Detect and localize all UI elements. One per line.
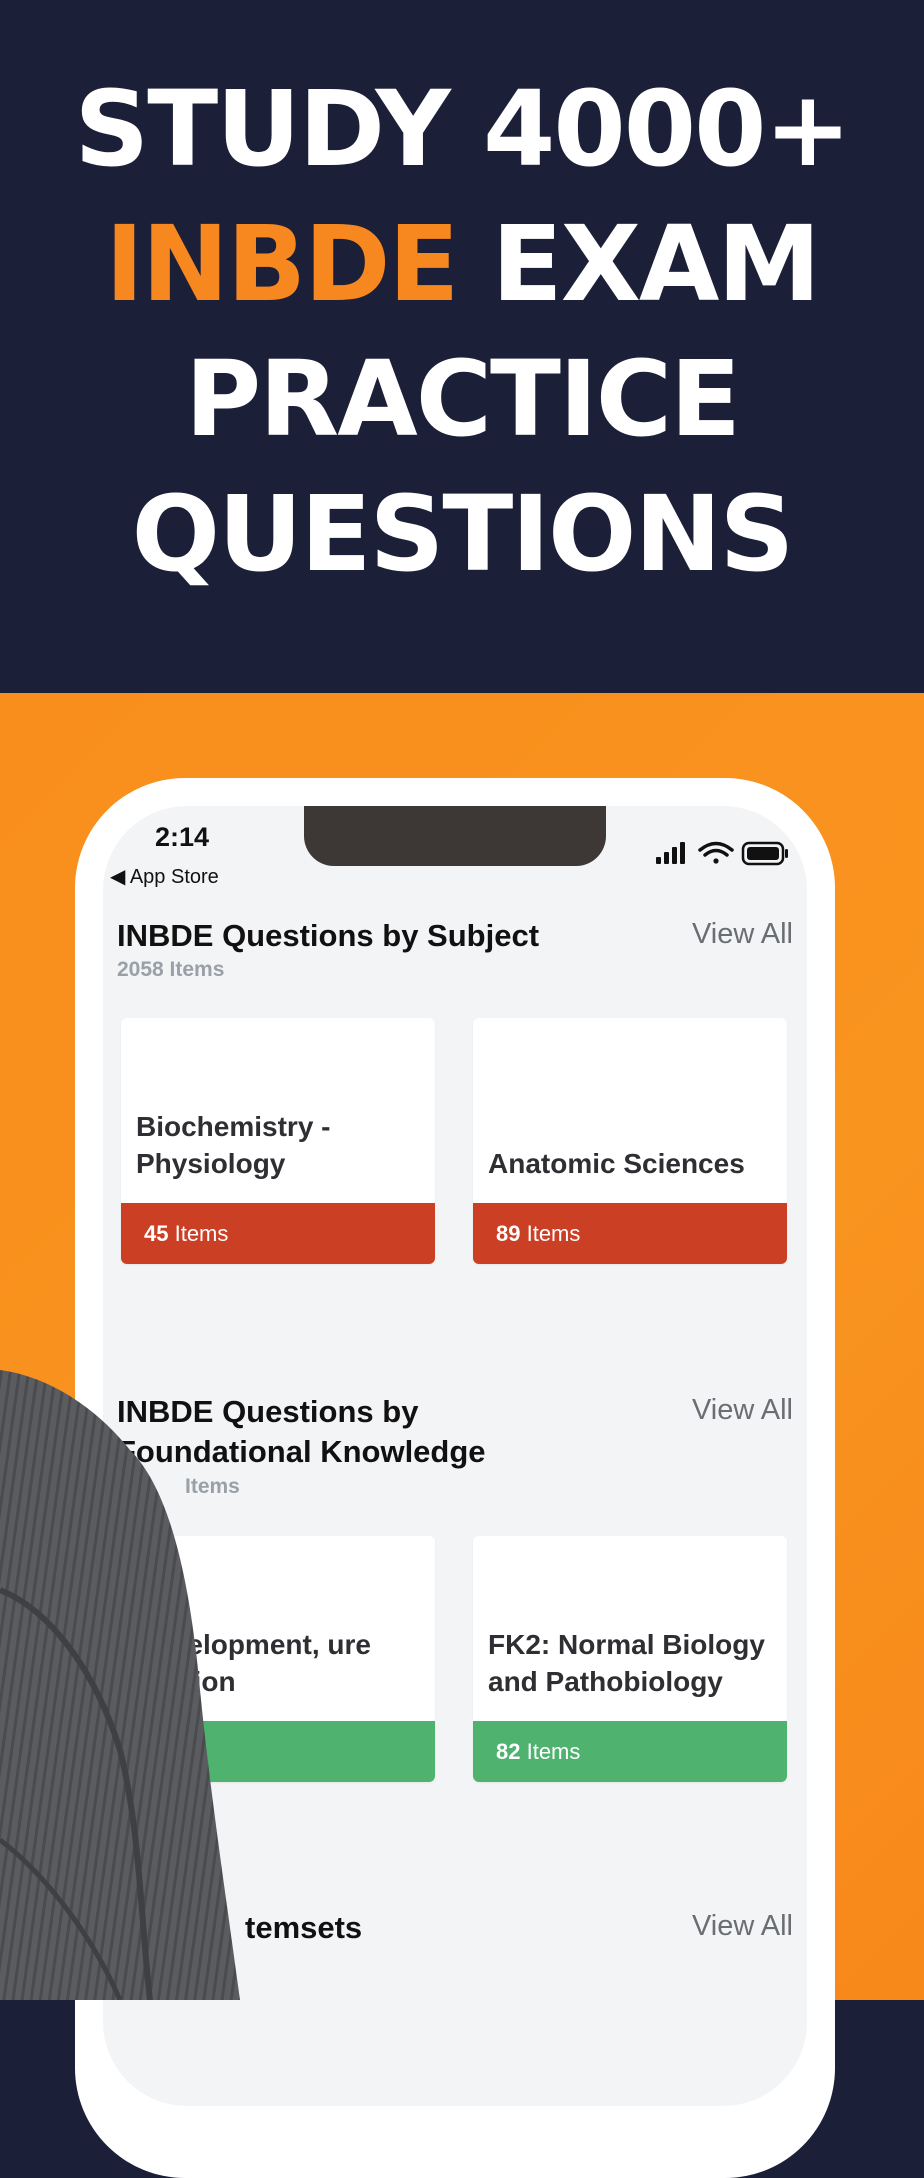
hero-banner: STUDY 4000+ INBDE EXAM PRACTICE QUESTION… — [0, 0, 924, 693]
card-count-bar: 45 Items — [121, 1203, 435, 1264]
wifi-icon — [698, 841, 734, 864]
section-title-itemsets: temsets — [245, 1910, 363, 1945]
headline-line-2: INBDE EXAM — [0, 197, 924, 332]
hero-headline: STUDY 4000+ INBDE EXAM PRACTICE QUESTION… — [0, 62, 924, 602]
card-count-number: 45 — [144, 1221, 169, 1246]
card-count-unit: Items — [168, 1221, 229, 1246]
card-count-bar: 82 Items — [473, 1721, 787, 1782]
section-count-subject: 2058 Items — [117, 958, 225, 981]
view-all-subject-button[interactable]: View All — [692, 918, 793, 951]
person-photo — [0, 1370, 240, 2000]
signal-icon — [656, 842, 685, 864]
card-title: Biochemistry - Physiology — [136, 1111, 331, 1179]
subject-card-biochemistry[interactable]: Biochemistry - Physiology 45 Items — [121, 1018, 435, 1264]
headline-line-2-rest: EXAM — [457, 203, 821, 325]
card-count-unit: Items — [520, 1739, 581, 1764]
view-all-foundational-button[interactable]: View All — [692, 1394, 793, 1427]
status-time: 2:14 — [155, 822, 210, 852]
back-to-app-store-link[interactable]: ◀ App Store — [110, 864, 219, 889]
battery-icon — [741, 841, 788, 866]
phone-notch — [304, 806, 606, 866]
card-count-number: 89 — [496, 1221, 521, 1246]
fk-card-normal-biology[interactable]: FK2: Normal Biology and Pathobiology 82 … — [473, 1536, 787, 1782]
headline-line-1: STUDY 4000+ — [74, 68, 851, 190]
view-all-itemsets-button[interactable]: View All — [692, 1910, 793, 1943]
status-icons — [656, 841, 788, 866]
headline-accent: INBDE — [105, 203, 459, 325]
card-count-bar: 89 Items — [473, 1203, 787, 1264]
card-count-number: 82 — [496, 1739, 521, 1764]
card-title: FK2: Normal Biology and Pathobiology — [488, 1629, 765, 1697]
headline-line-3: PRACTICE — [184, 338, 741, 460]
section-title-subject: INBDE Questions by Subject — [117, 918, 540, 953]
headline-line-4: QUESTIONS — [131, 473, 795, 595]
card-title: Anatomic Sciences — [488, 1148, 745, 1179]
card-count-unit: Items — [520, 1221, 581, 1246]
subject-card-anatomic-sciences[interactable]: Anatomic Sciences 89 Items — [473, 1018, 787, 1264]
